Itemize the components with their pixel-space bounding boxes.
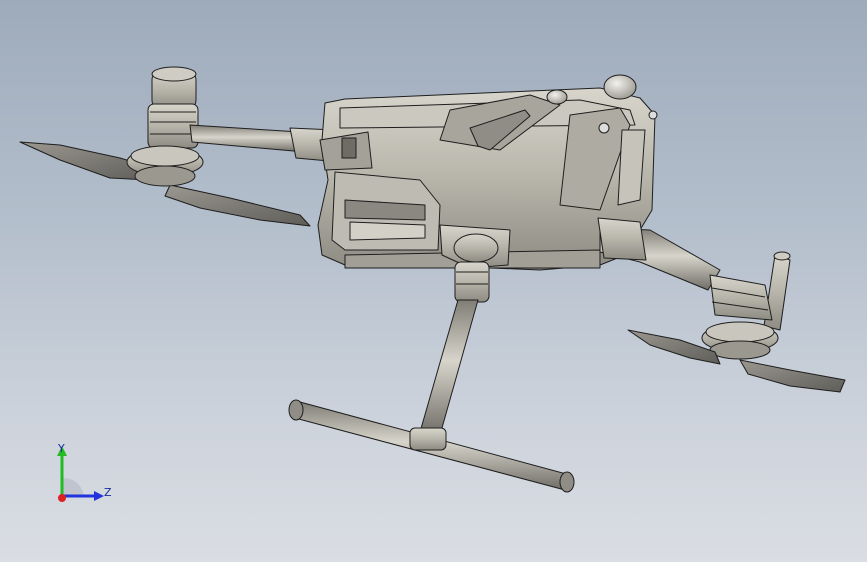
top-cap [546, 89, 568, 105]
right-propeller-blade-right [739, 359, 846, 393]
x-axis-origin [58, 494, 66, 502]
y-axis-label: Y [58, 442, 65, 455]
graphics-viewport[interactable]: Y Z [0, 0, 867, 562]
left-propeller-blade-right [164, 184, 311, 227]
z-axis-label: Z [104, 486, 112, 499]
drone-model[interactable] [0, 0, 867, 562]
gps-dome [603, 74, 637, 100]
left-arm [189, 124, 306, 153]
view-orientation-triad: Y Z [48, 440, 118, 510]
triad-xz-plane [62, 478, 84, 496]
